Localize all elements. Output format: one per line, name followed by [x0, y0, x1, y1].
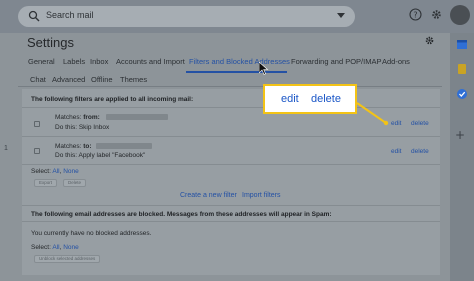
matches-prefix: Matches:: [55, 143, 84, 150]
tab-general[interactable]: General: [28, 57, 55, 66]
import-filters-link[interactable]: Import filters: [242, 192, 281, 199]
no-blocked-text: You currently have no blocked addresses.: [31, 230, 152, 237]
filter-checkbox[interactable]: [34, 148, 40, 154]
search-input[interactable]: Search mail: [46, 10, 94, 20]
add-addon-icon[interactable]: +: [455, 128, 465, 142]
tab-filters-and-blocked[interactable]: Filters and Blocked Addresses: [189, 57, 290, 66]
redacted-address: [96, 143, 152, 149]
matches-key: from:: [83, 114, 100, 121]
delete-filter-link[interactable]: delete: [411, 120, 429, 127]
divider: [22, 205, 440, 206]
search-bar[interactable]: Search mail: [18, 6, 355, 27]
matches-prefix: Matches:: [55, 114, 84, 121]
tab-labels[interactable]: Labels: [63, 57, 85, 66]
help-icon[interactable]: ?: [409, 8, 422, 21]
mouse-cursor-icon: [259, 62, 269, 75]
tab-chat[interactable]: Chat: [30, 75, 46, 84]
select-label: Select:: [31, 168, 53, 175]
callout-box: edit delete: [263, 84, 357, 114]
page-title: Settings: [27, 35, 74, 50]
side-marker: 1: [4, 145, 8, 152]
tab-advanced[interactable]: Advanced: [52, 75, 85, 84]
filter-action: Do this: Skip Inbox: [55, 124, 110, 131]
filter-matches: Matches: from:: [55, 114, 100, 121]
delete-button[interactable]: Delete: [63, 179, 87, 187]
filters-select: Select: All, None: [31, 168, 79, 175]
filter-action: Do this: Apply label "Facebook": [55, 152, 146, 159]
tab-accounts-and-import[interactable]: Accounts and Import: [116, 57, 185, 66]
redacted-address: [106, 114, 168, 120]
select-none-link[interactable]: None: [63, 244, 79, 251]
select-label: Select:: [31, 244, 53, 251]
blocked-select: Select: All, None: [31, 244, 79, 251]
blocked-heading: The following email addresses are blocke…: [31, 211, 332, 218]
calendar-icon[interactable]: [456, 38, 468, 50]
divider: [22, 107, 440, 108]
tabs-divider: [18, 86, 442, 87]
active-tab-indicator: [186, 71, 287, 73]
divider: [22, 221, 440, 222]
tab-inbox[interactable]: Inbox: [90, 57, 108, 66]
callout-delete: delete: [311, 93, 341, 105]
select-all-link[interactable]: All: [52, 244, 59, 251]
tab-forwarding-pop-imap[interactable]: Forwarding and POP/IMAP: [291, 57, 381, 66]
svg-text:?: ?: [413, 10, 417, 19]
tasks-icon[interactable]: [456, 88, 468, 100]
unblock-selected-button[interactable]: Unblock selected addresses: [34, 255, 101, 263]
delete-filter-link[interactable]: delete: [411, 148, 429, 155]
select-all-link[interactable]: All: [52, 168, 59, 175]
create-filter-link[interactable]: Create a new filter: [180, 192, 237, 199]
callout-edit: edit: [281, 93, 299, 105]
divider: [22, 164, 440, 165]
edit-filter-link[interactable]: edit: [391, 148, 401, 155]
select-none-link[interactable]: None: [63, 168, 79, 175]
filter-checkbox[interactable]: [34, 121, 40, 127]
filter-matches: Matches: to:: [55, 143, 92, 150]
search-icon[interactable]: [28, 10, 40, 22]
tab-themes[interactable]: Themes: [120, 75, 147, 84]
matches-key: to:: [83, 143, 92, 150]
chevron-down-icon[interactable]: [337, 13, 345, 19]
avatar[interactable]: [450, 5, 470, 25]
gear-icon[interactable]: [430, 8, 443, 21]
tab-add-ons[interactable]: Add-ons: [382, 57, 410, 66]
gear-icon[interactable]: [424, 35, 435, 46]
export-button[interactable]: Export: [34, 179, 58, 187]
divider: [22, 136, 440, 137]
filters-heading: The following filters are applied to all…: [31, 96, 194, 103]
tab-offline[interactable]: Offline: [91, 75, 113, 84]
edit-filter-link[interactable]: edit: [391, 120, 401, 127]
keep-icon[interactable]: [456, 63, 468, 75]
